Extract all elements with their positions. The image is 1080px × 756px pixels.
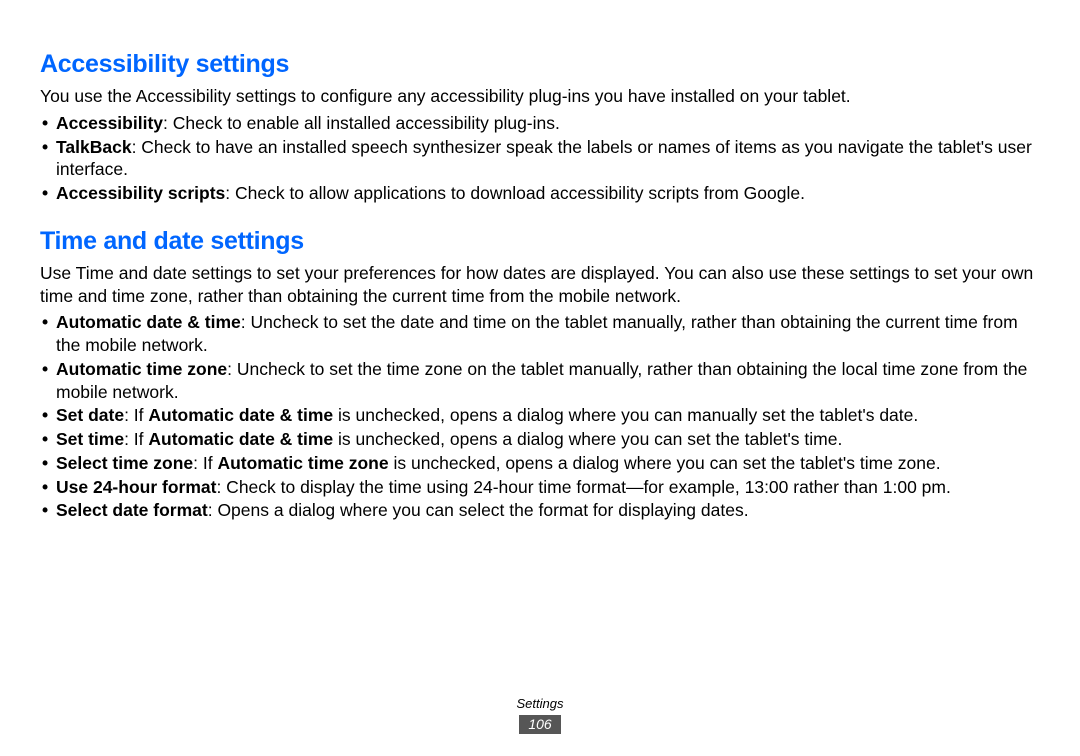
intro-accessibility: You use the Accessibility settings to co… [40,85,1040,108]
section-accessibility: Accessibility settings You use the Acces… [40,50,1040,205]
description: : Check to allow applications to downloa… [225,183,805,203]
list-item: Automatic date & time: Uncheck to set th… [40,311,1040,357]
desc-post: is unchecked, opens a dialog where you c… [333,429,842,449]
term: TalkBack [56,137,132,157]
page-footer: Settings 106 [0,696,1080,734]
description: : Check to have an installed speech synt… [56,137,1032,180]
bullet-list-time-date: Automatic date & time: Uncheck to set th… [40,311,1040,522]
term: Automatic date & time [56,312,241,332]
desc-pre: : If [124,429,148,449]
list-item: Use 24-hour format: Check to display the… [40,476,1040,499]
footer-section-label: Settings [0,696,1080,711]
section-heading-time-date: Time and date settings [40,227,1040,256]
term: Accessibility scripts [56,183,225,203]
inline-bold: Automatic date & time [148,429,333,449]
page-number: 106 [519,715,560,734]
desc-pre: : If [193,453,217,473]
desc-pre: : If [124,405,148,425]
list-item: Select date format: Opens a dialog where… [40,499,1040,522]
list-item: TalkBack: Check to have an installed spe… [40,136,1040,182]
desc-post: is unchecked, opens a dialog where you c… [389,453,941,473]
description: : Check to display the time using 24-hou… [216,477,950,497]
list-item: Select time zone: If Automatic time zone… [40,452,1040,475]
desc-post: is unchecked, opens a dialog where you c… [333,405,918,425]
term: Select date format [56,500,208,520]
description: : Check to enable all installed accessib… [163,113,560,133]
list-item: Accessibility: Check to enable all insta… [40,112,1040,135]
section-heading-accessibility: Accessibility settings [40,50,1040,79]
intro-time-date: Use Time and date settings to set your p… [40,262,1040,308]
list-item: Set time: If Automatic date & time is un… [40,428,1040,451]
term: Select time zone [56,453,193,473]
term: Set date [56,405,124,425]
description: : Opens a dialog where you can select th… [208,500,749,520]
term: Automatic time zone [56,359,227,379]
term: Accessibility [56,113,163,133]
section-time-date: Time and date settings Use Time and date… [40,227,1040,522]
term: Use 24-hour format [56,477,216,497]
bullet-list-accessibility: Accessibility: Check to enable all insta… [40,112,1040,205]
inline-bold: Automatic time zone [217,453,388,473]
term: Set time [56,429,124,449]
inline-bold: Automatic date & time [148,405,333,425]
list-item: Automatic time zone: Uncheck to set the … [40,358,1040,404]
list-item: Set date: If Automatic date & time is un… [40,404,1040,427]
list-item: Accessibility scripts: Check to allow ap… [40,182,1040,205]
